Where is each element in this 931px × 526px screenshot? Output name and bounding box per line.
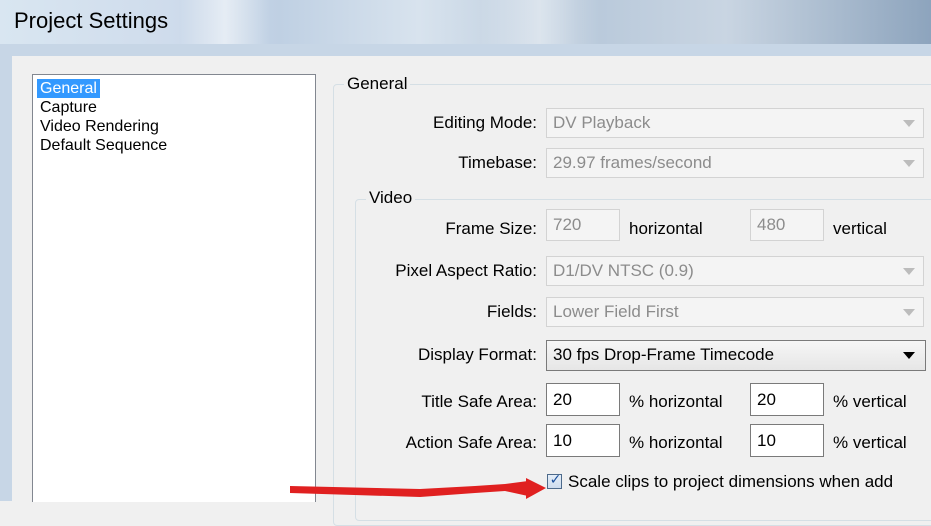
annotation-arrow-icon	[290, 478, 546, 499]
